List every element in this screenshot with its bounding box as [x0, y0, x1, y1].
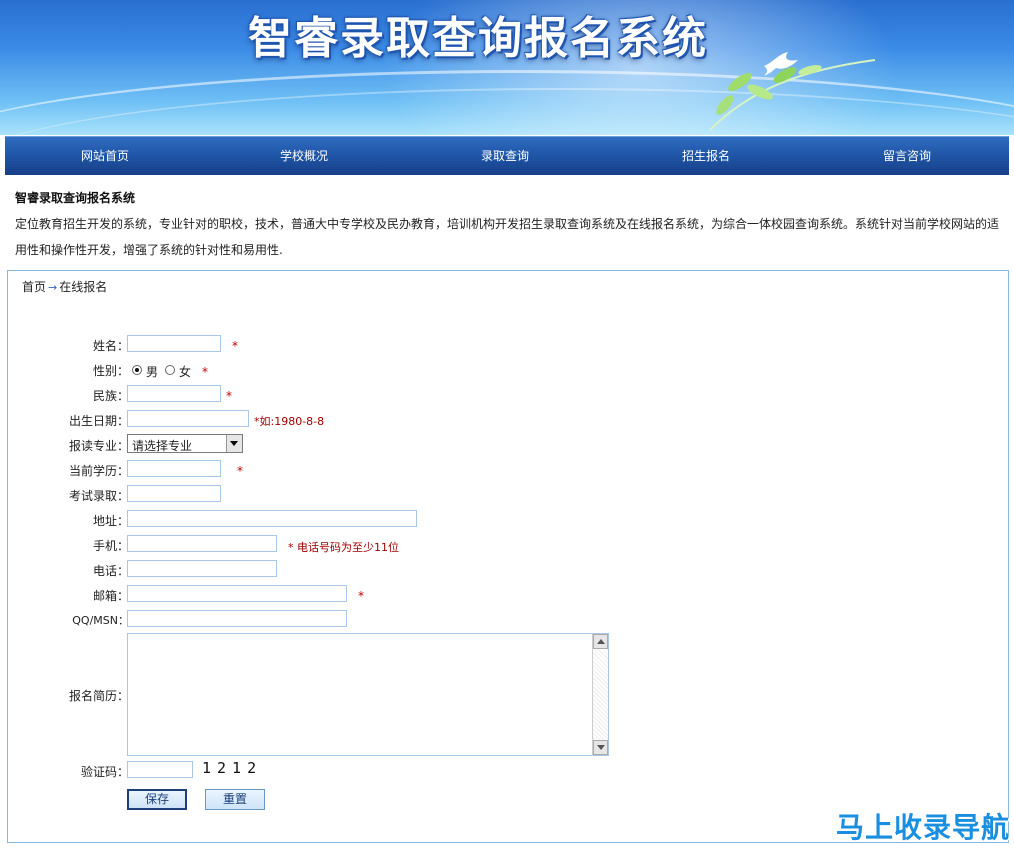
intro-title: 智睿录取查询报名系统: [15, 191, 136, 205]
banner-title: 智睿录取查询报名系统: [248, 13, 708, 64]
birthdate-input[interactable]: [127, 410, 249, 427]
required-mark: *: [202, 365, 208, 379]
nav-item-home[interactable]: 网站首页: [81, 147, 129, 164]
resume-label: 报名简历：: [68, 689, 129, 703]
gender-label: 性别：: [92, 364, 129, 378]
nav-item-school-overview[interactable]: 学校概况: [280, 147, 328, 164]
mobile-label: 手机：: [92, 539, 129, 553]
breadcrumb-bar: 首页 → 在线报名: [7, 270, 1009, 302]
breadcrumb-home[interactable]: 首页: [22, 280, 46, 294]
address-label: 地址：: [92, 514, 129, 528]
education-label: 当前学历：: [68, 464, 129, 478]
breadcrumb-current: 在线报名: [59, 280, 108, 294]
scrollbar[interactable]: [592, 634, 608, 755]
gender-female-label: 女: [179, 365, 192, 379]
scroll-up-icon[interactable]: [593, 634, 608, 649]
gender-male-label: 男: [146, 365, 159, 379]
phone-label: 电话：: [92, 564, 129, 578]
scroll-down-icon[interactable]: [593, 740, 608, 755]
reset-button[interactable]: 重置: [205, 789, 265, 810]
main-nav: 网站首页 学校概况 录取查询 招生报名 留言咨询: [5, 136, 1009, 175]
major-label: 报读专业：: [68, 439, 129, 453]
registration-form: 姓名： * 性别： 男 女 * 民族： * 出生日期： *如:1980-8-8 …: [7, 301, 1009, 843]
arrow-right-icon: →: [48, 281, 58, 294]
mobile-input[interactable]: [127, 535, 277, 552]
phone-input[interactable]: [127, 560, 277, 577]
chevron-down-icon[interactable]: [226, 435, 242, 452]
qq-msn-input[interactable]: [127, 610, 347, 627]
name-label: 姓名：: [92, 339, 129, 353]
birthdate-label: 出生日期：: [68, 414, 129, 428]
header-banner: 智睿录取查询报名系统: [0, 0, 1014, 135]
captcha-label: 验证码：: [80, 765, 129, 779]
gender-female-radio[interactable]: [165, 365, 175, 375]
intro-text: 定位教育招生开发的系统，专业针对的职校，技术，普通大中专学校及民办教育，培训机构…: [15, 217, 1000, 257]
watermark-logo: 马上收录导航: [836, 811, 1011, 844]
ethnicity-input[interactable]: [127, 385, 221, 402]
nav-item-admission-query[interactable]: 录取查询: [481, 147, 529, 164]
exam-input[interactable]: [127, 485, 221, 502]
dove-icon: [764, 52, 798, 76]
address-input[interactable]: [127, 510, 417, 527]
birthdate-hint: *如:1980-8-8: [254, 415, 325, 428]
required-mark: *: [358, 589, 364, 603]
nav-item-messages[interactable]: 留言咨询: [883, 147, 931, 164]
breadcrumb: 首页 → 在线报名: [22, 278, 107, 295]
ethnicity-label: 民族：: [92, 389, 129, 403]
resume-textarea[interactable]: [127, 633, 609, 756]
nav-item-enrollment[interactable]: 招生报名: [682, 147, 730, 164]
major-select[interactable]: 请选择专业: [127, 434, 243, 453]
save-button[interactable]: 保存: [127, 789, 187, 810]
email-input[interactable]: [127, 585, 347, 602]
major-selected-value: 请选择专业: [132, 439, 193, 453]
qq-msn-label: QQ/MSN：: [72, 614, 129, 627]
captcha-image[interactable]: 1212: [202, 759, 262, 777]
required-mark: *: [237, 464, 243, 478]
education-input[interactable]: [127, 460, 221, 477]
gender-male-radio[interactable]: [132, 365, 142, 375]
name-input[interactable]: [127, 335, 221, 352]
required-mark: *: [232, 339, 238, 353]
mobile-hint: * 电话号码为至少11位: [288, 541, 399, 554]
required-mark: *: [226, 389, 232, 403]
captcha-input[interactable]: [127, 761, 193, 778]
email-label: 邮箱：: [92, 589, 129, 603]
exam-label: 考试录取：: [68, 489, 129, 503]
